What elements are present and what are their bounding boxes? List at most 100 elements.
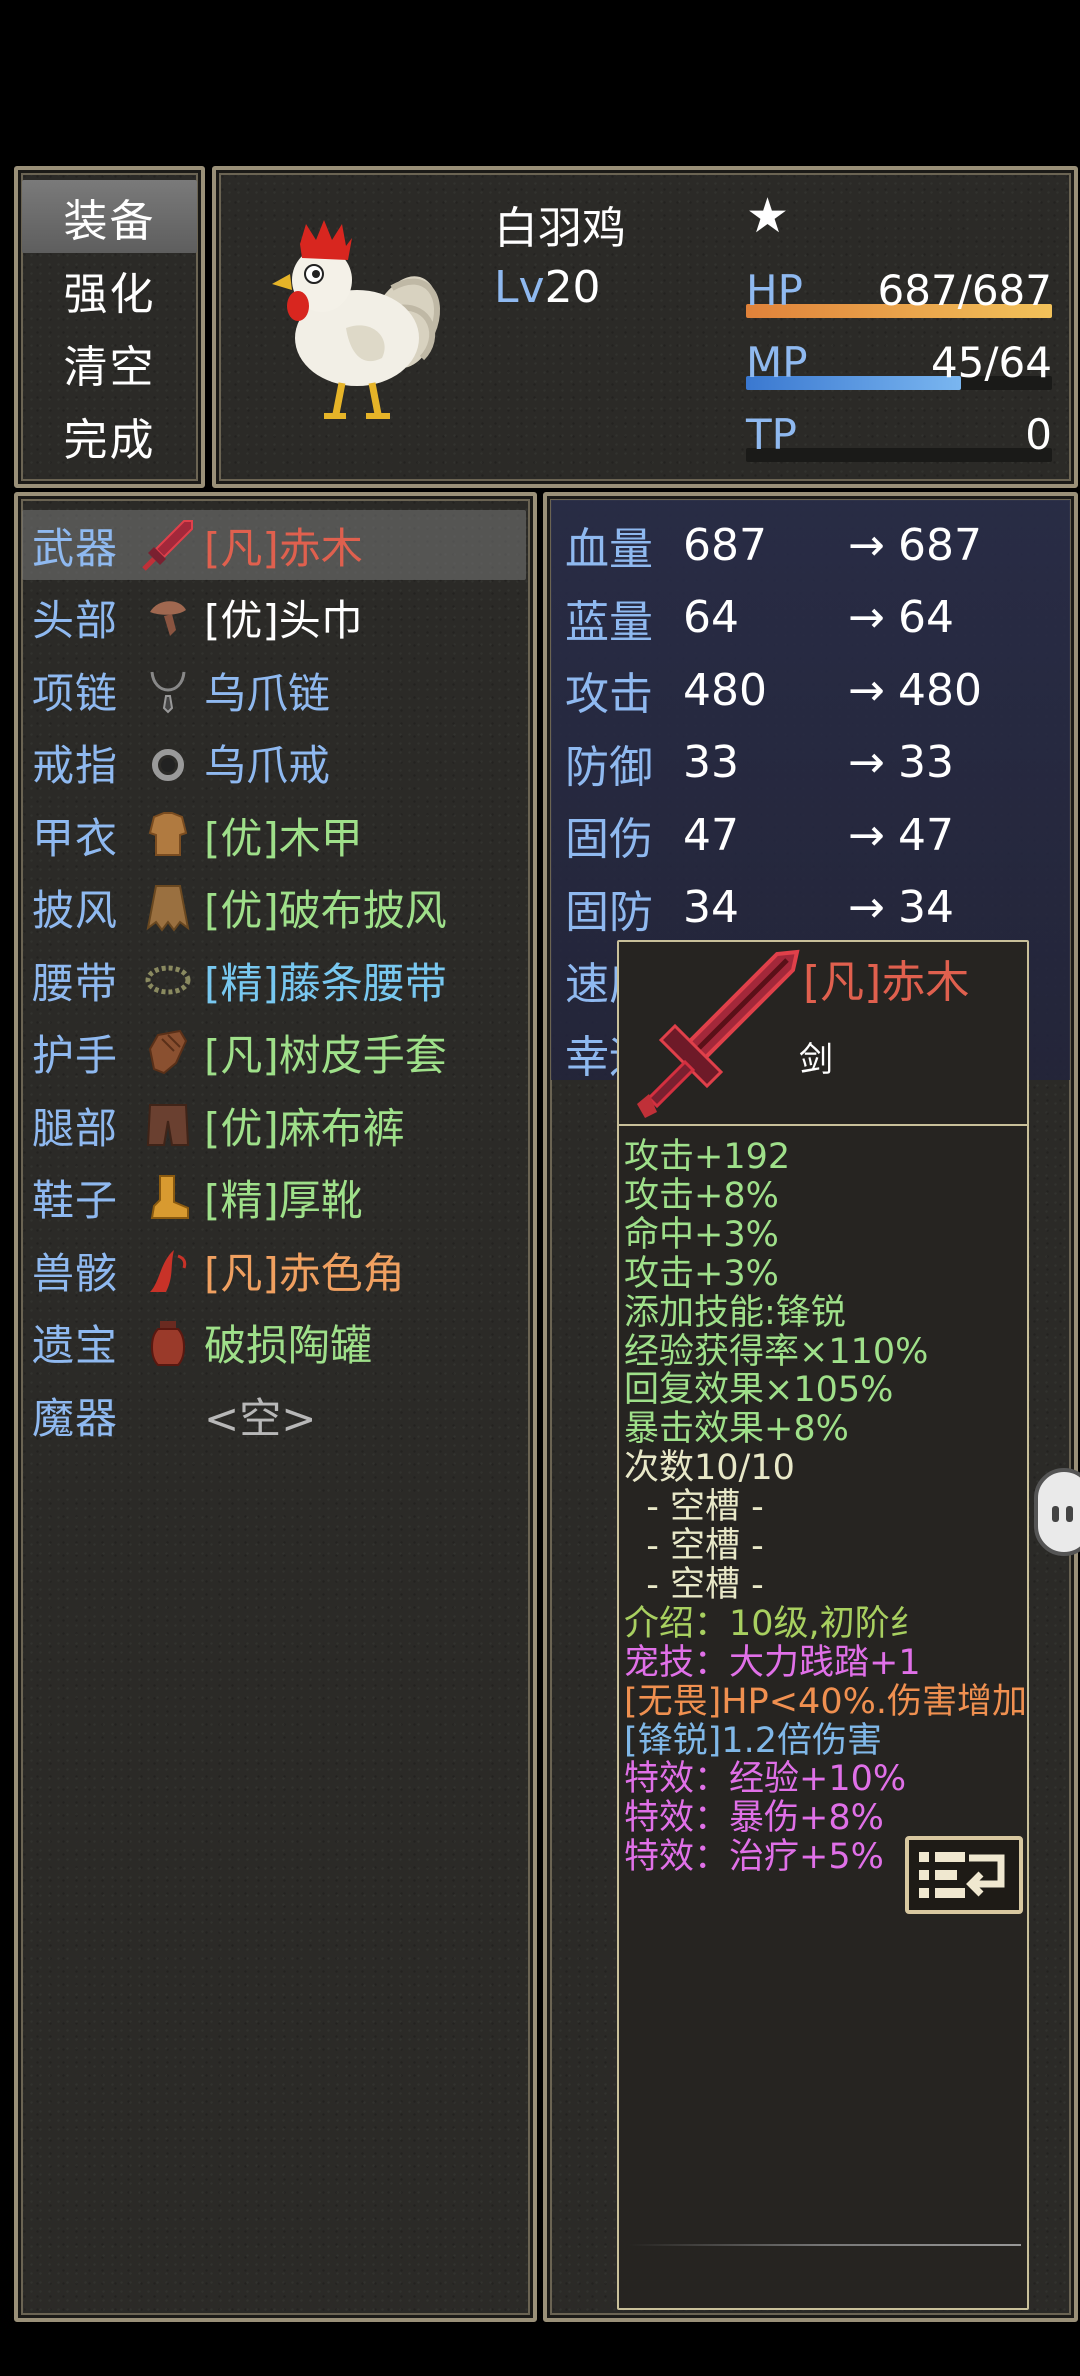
equipment-item-name: [优]头巾: [204, 596, 363, 645]
equipment-item-name: [凡]树皮手套: [204, 1031, 447, 1080]
stat-current-value: 64: [683, 592, 739, 643]
sword-icon: [637, 949, 800, 1118]
stat-label: 防御: [565, 741, 653, 793]
stat-row: 固伤 47 → 47: [565, 800, 1065, 870]
equipment-item-name: [优]木甲: [204, 813, 363, 863]
slot-label: 甲衣: [32, 813, 119, 863]
equipment-item-name: 破损陶罐: [204, 1321, 373, 1370]
stat-new-value: 480: [898, 664, 982, 716]
stat-arrow: →: [848, 519, 885, 571]
necklace-icon: [132, 660, 204, 720]
slot-label: 戒指: [32, 741, 119, 790]
stat-label: 固防: [565, 886, 653, 938]
stat-row: 固防 34 → 34: [565, 873, 1065, 943]
glove-icon: [132, 1023, 204, 1083]
equipment-item-name: [精]厚靴: [204, 1176, 363, 1225]
slot-label: 头部: [32, 596, 119, 645]
pet-name: 白羽鸡: [494, 203, 626, 254]
stat-current-value: 480: [683, 664, 767, 716]
level-value: 20: [544, 262, 601, 313]
stat-arrow: →: [848, 737, 885, 788]
floating-assistant-button[interactable]: [1034, 1468, 1080, 1556]
equipment-slot-row[interactable]: 甲衣 [优]木甲: [22, 800, 526, 870]
equipment-item-name: 乌爪戒: [204, 741, 331, 790]
slot-label: 鞋子: [32, 1176, 119, 1225]
equipment-slot-row[interactable]: 腰带 [精]藤条腰带: [22, 945, 526, 1015]
menu-item-enhance[interactable]: 强化: [22, 253, 197, 326]
hp-gauge: HP 687/687: [746, 266, 1052, 326]
menu-item-clear[interactable]: 清空: [22, 326, 197, 399]
tooltip-item-type: 剑: [799, 1040, 833, 1080]
slot-label: 腰带: [32, 958, 119, 1008]
armor-icon: [132, 805, 204, 865]
slot-label: 兽骸: [32, 1248, 119, 1298]
tooltip-line: 特效：治疗+5%: [624, 1837, 884, 1878]
stat-current-value: 687: [683, 519, 767, 571]
equipment-slot-row[interactable]: 遗宝 破损陶罐: [22, 1308, 526, 1378]
stat-current-value: 33: [683, 737, 739, 788]
horn-icon: [132, 1240, 204, 1300]
menu-item-equip[interactable]: 装备: [22, 180, 197, 253]
assistant-eye-right: [1066, 1506, 1073, 1522]
slot-label: 腿部: [32, 1103, 119, 1153]
back-arrow-icon: [919, 1852, 1005, 1898]
equipment-slot-row[interactable]: 武器 [凡]赤木: [22, 510, 526, 580]
tp-value: 0: [1025, 410, 1052, 459]
stat-label: 固伤: [565, 814, 653, 865]
stat-current-value: 34: [683, 882, 739, 933]
equipment-slot-row[interactable]: 披风 [优]破布披风: [22, 873, 526, 943]
equipment-slot-row[interactable]: 项链 乌爪链: [22, 655, 526, 725]
headband-icon: [132, 588, 204, 648]
item-tooltip: [凡]赤木 剑 攻击+192 攻击+8% 命中+3% 攻击+3% 添加技能:锋锐 经验获得…: [617, 940, 1029, 2310]
stat-label: 攻击: [565, 669, 653, 720]
stat-row: 攻击 480 → 480: [565, 655, 1065, 725]
star-icon: ★: [746, 188, 790, 244]
equipment-item-name: [优]破布披风: [204, 886, 447, 935]
boot-icon: [132, 1168, 204, 1228]
ring-icon: [132, 733, 204, 793]
rooster-portrait: [272, 220, 440, 419]
tp-label: TP: [746, 410, 797, 459]
stat-new-value: 33: [898, 737, 954, 788]
equipment-slot-row[interactable]: 戒指 乌爪戒: [22, 728, 526, 798]
back-button[interactable]: [905, 1836, 1023, 1914]
equipment-item-name: <空>: [204, 1393, 317, 1443]
equipment-slot-row[interactable]: 护手 [凡]树皮手套: [22, 1018, 526, 1088]
assistant-eye-left: [1052, 1506, 1059, 1522]
jar-icon: [132, 1313, 204, 1373]
mp-gauge: MP 45/64: [746, 338, 1052, 398]
equipment-item-name: [精]藤条腰带: [204, 958, 447, 1008]
menu-item-done[interactable]: 完成: [22, 399, 197, 472]
hp-value: 687/687: [877, 266, 1052, 315]
hp-label: HP: [746, 266, 803, 315]
equipment-slot-row[interactable]: 头部 [优]头巾: [22, 583, 526, 653]
tooltip-bottom-rule: [629, 2244, 1021, 2246]
command-menu: 装备 强化 清空 完成: [14, 166, 205, 488]
stat-new-value: 64: [898, 592, 954, 643]
slot-label: 武器: [32, 523, 119, 573]
stat-arrow: →: [848, 809, 885, 861]
equipment-slot-row[interactable]: 魔器 <空>: [22, 1380, 526, 1450]
stat-label: 血量: [565, 524, 653, 575]
slot-label: 披风: [32, 886, 119, 935]
equipment-slot-row[interactable]: 兽骸 [凡]赤色角: [22, 1235, 526, 1305]
slot-label: 项链: [32, 668, 119, 718]
empty-slot-icon: [132, 1385, 204, 1445]
stat-current-value: 47: [683, 809, 739, 861]
tp-gauge: TP 0: [746, 410, 1052, 470]
equipment-item-name: [凡]赤色角: [204, 1248, 405, 1298]
stat-arrow: →: [848, 882, 885, 933]
stat-row: 血量 687 → 687: [565, 510, 1065, 580]
equipment-slot-row[interactable]: 鞋子 [精]厚靴: [22, 1163, 526, 1233]
stat-new-value: 34: [898, 882, 954, 933]
status-window: 白羽鸡 Lv20 ★ HP 687/687 MP 45/64 TP 0: [212, 166, 1078, 488]
slot-label: 魔器: [32, 1393, 119, 1443]
equipment-item-name: [优]麻布裤: [204, 1103, 405, 1153]
level-prefix: Lv: [494, 262, 545, 313]
equipment-item-name: [凡]赤木: [204, 523, 363, 573]
equipment-slot-row[interactable]: 腿部 [优]麻布裤: [22, 1090, 526, 1160]
equipment-item-name: 乌爪链: [204, 668, 331, 718]
stat-arrow: →: [848, 592, 885, 643]
tooltip-item-name: [凡]赤木: [803, 957, 970, 1008]
sword-icon: [132, 515, 204, 575]
